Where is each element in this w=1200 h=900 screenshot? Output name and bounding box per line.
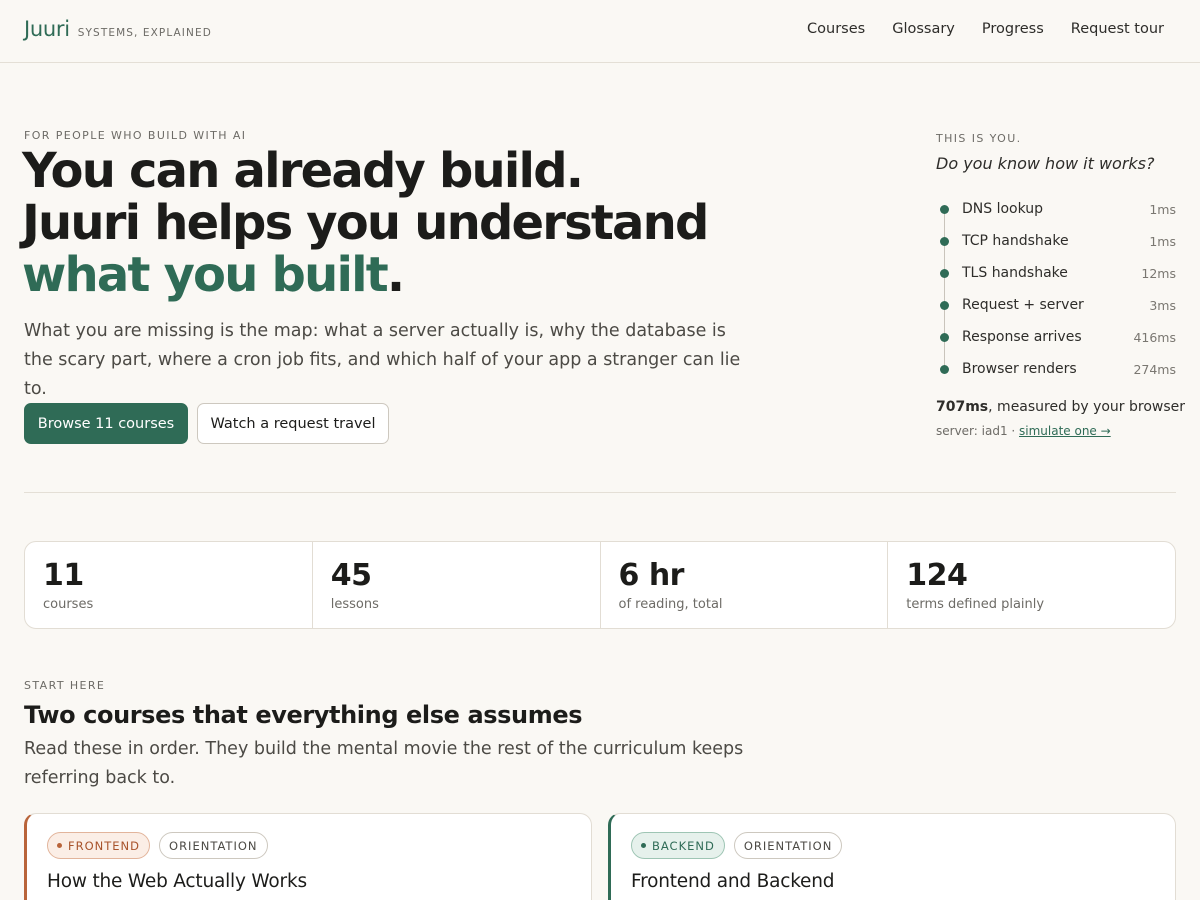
tag-orientation: ORIENTATION	[159, 832, 268, 859]
brand-tagline: SYSTEMS, EXPLAINED	[77, 27, 212, 39]
hero-title-line1: You can already build.	[22, 143, 584, 199]
course-card-web[interactable]: FRONTEND ORIENTATION How the Web Actuall…	[24, 813, 592, 900]
request-timeline: DNS lookup 1ms TCP handshake 1ms TLS han…	[936, 193, 1176, 385]
step-dot-icon	[940, 268, 949, 278]
course-card-frontend-backend[interactable]: BACKEND ORIENTATION Frontend and Backend	[608, 813, 1176, 900]
hero-title-line2: Juuri helps you understand	[22, 195, 709, 251]
step-label: Response arrives	[962, 329, 1082, 345]
hero-eyebrow: FOR PEOPLE WHO BUILD WITH AI	[24, 129, 247, 142]
step-dot-icon	[940, 236, 949, 246]
stat-value: 45	[330, 558, 372, 593]
course-title[interactable]: Frontend and Backend	[631, 871, 835, 892]
timeline-step: Request + server 3ms	[936, 289, 1176, 321]
step-time: 12ms	[1141, 265, 1176, 281]
hero-title: You can already build. Juuri helps you u…	[22, 145, 722, 301]
stat-value: 124	[906, 558, 968, 593]
nav-courses[interactable]: Courses	[807, 21, 865, 37]
stat-courses: 11 courses	[25, 542, 313, 628]
server-label: server: iad1 ·	[936, 424, 1020, 438]
hero-subtitle: What you are missing is the map: what a …	[24, 321, 741, 399]
stat-terms: 124 terms defined plainly	[888, 542, 1175, 628]
step-dot-icon	[940, 364, 949, 374]
watch-request-button[interactable]: Watch a request travel	[197, 403, 389, 444]
stat-value: 6 hr	[618, 558, 685, 593]
step-label: DNS lookup	[962, 201, 1044, 217]
hero-title-accent: what you built	[22, 247, 389, 303]
timeline-step: Browser renders 274ms	[936, 353, 1176, 385]
nav-glossary[interactable]: Glossary	[892, 21, 955, 37]
stat-label: of reading, total	[618, 597, 723, 612]
step-time: 3ms	[1149, 297, 1176, 313]
stats-bar: 11 courses 45 lessons 6 hr of reading, t…	[24, 541, 1176, 629]
stat-value: 11	[43, 558, 84, 593]
tag-dot-icon	[57, 843, 62, 848]
total-time: 707ms	[936, 399, 989, 415]
tag-orientation: ORIENTATION	[733, 832, 843, 859]
timeline-step: Response arrives 416ms	[936, 321, 1176, 353]
timeline-step: TCP handshake 1ms	[936, 225, 1176, 257]
step-label: Browser renders	[962, 361, 1077, 377]
step-label: TLS handshake	[962, 265, 1068, 281]
server-info: server: iad1 · simulate one →	[936, 424, 1111, 438]
step-dot-icon	[940, 332, 949, 342]
stat-label: courses	[43, 597, 94, 612]
stat-label: terms defined plainly	[906, 597, 1045, 612]
nav-progress[interactable]: Progress	[982, 21, 1044, 37]
tag-backend: BACKEND	[631, 832, 725, 859]
tag-frontend: FRONTEND	[47, 832, 151, 859]
step-time: 416ms	[1133, 329, 1176, 345]
panel-eyebrow: THIS IS YOU.	[936, 132, 1022, 145]
browse-courses-button[interactable]: Browse 11 courses	[24, 403, 188, 444]
nav-request-tour[interactable]: Request tour	[1071, 21, 1164, 37]
timeline-step: TLS handshake 12ms	[936, 257, 1176, 289]
top-bar: Juuri SYSTEMS, EXPLAINED Courses Glossar…	[0, 0, 1200, 63]
section-divider	[24, 492, 1176, 493]
simulate-link[interactable]: simulate one →	[1019, 424, 1111, 438]
stat-label: lessons	[330, 597, 379, 612]
tag-label: BACKEND	[652, 838, 715, 853]
course-tags: BACKEND ORIENTATION	[631, 832, 843, 859]
step-time: 1ms	[1149, 201, 1176, 217]
stat-lessons: 45 lessons	[313, 542, 601, 628]
course-tags: FRONTEND ORIENTATION	[47, 832, 268, 859]
timeline-step: DNS lookup 1ms	[936, 193, 1176, 225]
brand-logo[interactable]: Juuri	[24, 17, 70, 41]
brand[interactable]: Juuri SYSTEMS, EXPLAINED	[24, 17, 212, 41]
course-title[interactable]: How the Web Actually Works	[47, 871, 307, 892]
hero-title-period: .	[386, 247, 405, 303]
total-suffix: , measured by your browser	[988, 399, 1186, 415]
step-label: Request + server	[962, 297, 1084, 313]
step-time: 1ms	[1149, 233, 1176, 249]
stat-reading-time: 6 hr of reading, total	[601, 542, 889, 628]
step-dot-icon	[940, 204, 949, 214]
measured-total: 707ms, measured by your browser	[936, 399, 1185, 415]
step-time: 274ms	[1133, 361, 1176, 377]
start-title: Two courses that everything else assumes	[24, 701, 583, 729]
start-eyebrow: START HERE	[24, 679, 106, 692]
step-label: TCP handshake	[962, 233, 1069, 249]
tag-dot-icon	[641, 843, 646, 848]
start-subtitle: Read these in order. They build the ment…	[24, 739, 744, 788]
step-dot-icon	[940, 300, 949, 310]
tag-label: FRONTEND	[68, 838, 141, 853]
main-nav: Courses Glossary Progress Request tour	[807, 21, 1164, 37]
panel-question: Do you know how it works?	[936, 154, 1155, 173]
